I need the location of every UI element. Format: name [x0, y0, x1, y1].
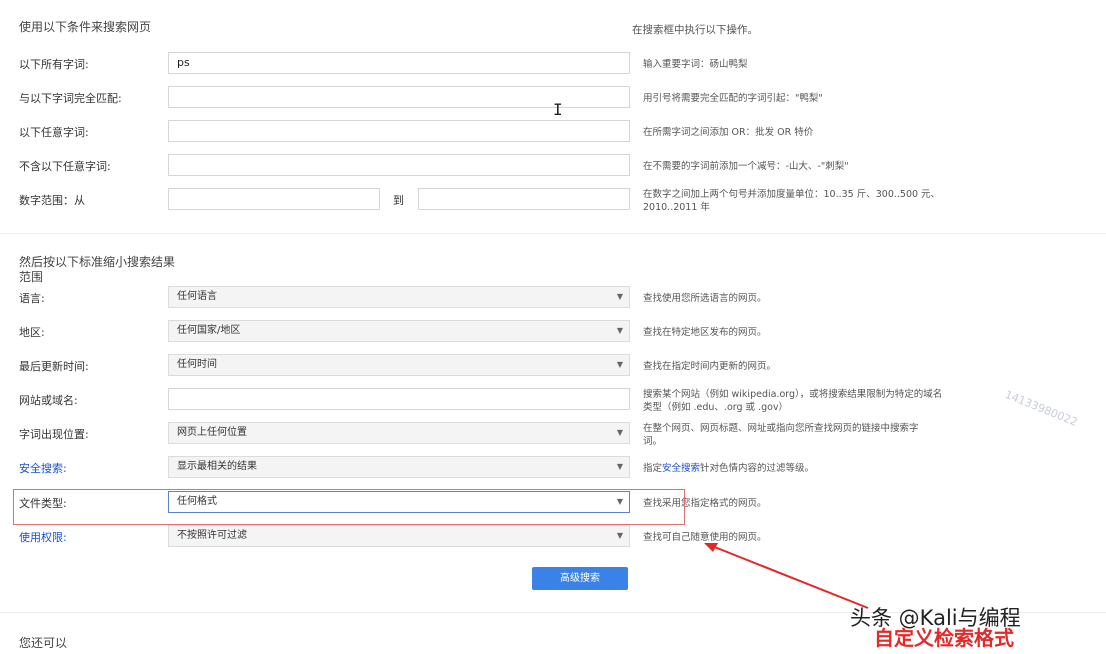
annotation-arrow-icon — [704, 543, 869, 609]
annotation-label: 自定义检索格式 — [874, 626, 1014, 650]
